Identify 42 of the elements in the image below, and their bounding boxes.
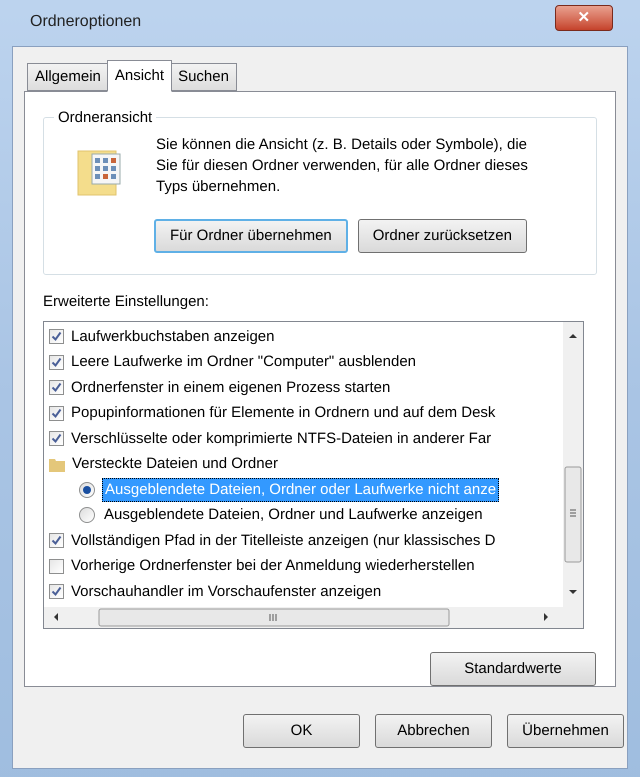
option-label: Ausgeblendete Dateien, Ordner oder Laufwerke nicht anze bbox=[102, 478, 500, 502]
checkmark-icon bbox=[51, 586, 62, 598]
checkmark-icon bbox=[51, 382, 62, 394]
section-label: Erweiterte Einstellungen: bbox=[43, 292, 210, 312]
checkbox[interactable] bbox=[49, 431, 64, 446]
defaults-button[interactable]: Standardwerte bbox=[430, 652, 596, 686]
vertical-scrollbar[interactable] bbox=[563, 322, 583, 607]
radio-button[interactable] bbox=[79, 507, 95, 524]
checkmark-icon bbox=[51, 356, 62, 368]
checkmark-icon bbox=[51, 331, 62, 342]
checkbox[interactable] bbox=[49, 329, 64, 344]
dialog-button[interactable]: Abbrechen bbox=[375, 714, 492, 748]
tab[interactable]: Allgemein bbox=[27, 63, 109, 91]
checkbox[interactable] bbox=[49, 380, 64, 396]
option-label: Verschlüsselte oder komprimierte NTFS-Dateien in anderer Far bbox=[71, 428, 492, 448]
option-label: Vorherige Ordnerfenster bei der Anmeldung wiederherstellen bbox=[71, 556, 475, 576]
folder-button[interactable]: Für Ordner übernehmen bbox=[154, 219, 348, 253]
option-label: Vollständigen Pfad in der Titelleiste anzeigen (nur klassisches D bbox=[71, 530, 496, 550]
checkmark-icon bbox=[51, 433, 62, 444]
checkmark-icon bbox=[51, 408, 62, 419]
checkbox[interactable] bbox=[49, 584, 64, 600]
description: Sie können die Ansicht (z. B. Details oder Symbole), die Sie für diesen Ordner verwenden, für alle Ordner dieses Typs übernehmen. bbox=[156, 135, 529, 197]
dialog-button[interactable]: Übernehmen bbox=[507, 714, 624, 748]
option-label: Leere Laufwerke im Ordner "Computer" ausblenden bbox=[71, 352, 416, 372]
checkbox[interactable] bbox=[49, 406, 64, 421]
checkbox[interactable] bbox=[49, 533, 64, 548]
option-label: Laufwerkbuchstaben anzeigen bbox=[71, 326, 274, 346]
folder-icon bbox=[49, 456, 65, 472]
checkbox[interactable] bbox=[49, 558, 64, 574]
option-label: Ausgeblendete Dateien, Ordner und Laufwerke anzeigen bbox=[103, 505, 484, 525]
radio-button[interactable] bbox=[79, 482, 95, 498]
option-label: Popupinformationen für Elemente in Ordnern und auf dem Desk bbox=[71, 403, 496, 423]
tab[interactable]: Suchen bbox=[170, 63, 237, 91]
dialog-button[interactable]: OK bbox=[243, 714, 360, 748]
folder-button[interactable]: Ordner zurücksetzen bbox=[358, 219, 527, 253]
group-label: Versteckte Dateien und Ordner bbox=[72, 454, 278, 474]
tab[interactable]: Ansicht bbox=[106, 60, 172, 92]
option-label: Ordnerfenster in einem eigenen Prozess starten bbox=[71, 378, 390, 398]
option-label: Vorschauhandler im Vorschaufenster anzeigen bbox=[71, 582, 382, 602]
checkmark-icon bbox=[51, 535, 62, 546]
checkbox[interactable] bbox=[49, 354, 64, 370]
window-title: Ordneroptionen bbox=[30, 12, 142, 32]
